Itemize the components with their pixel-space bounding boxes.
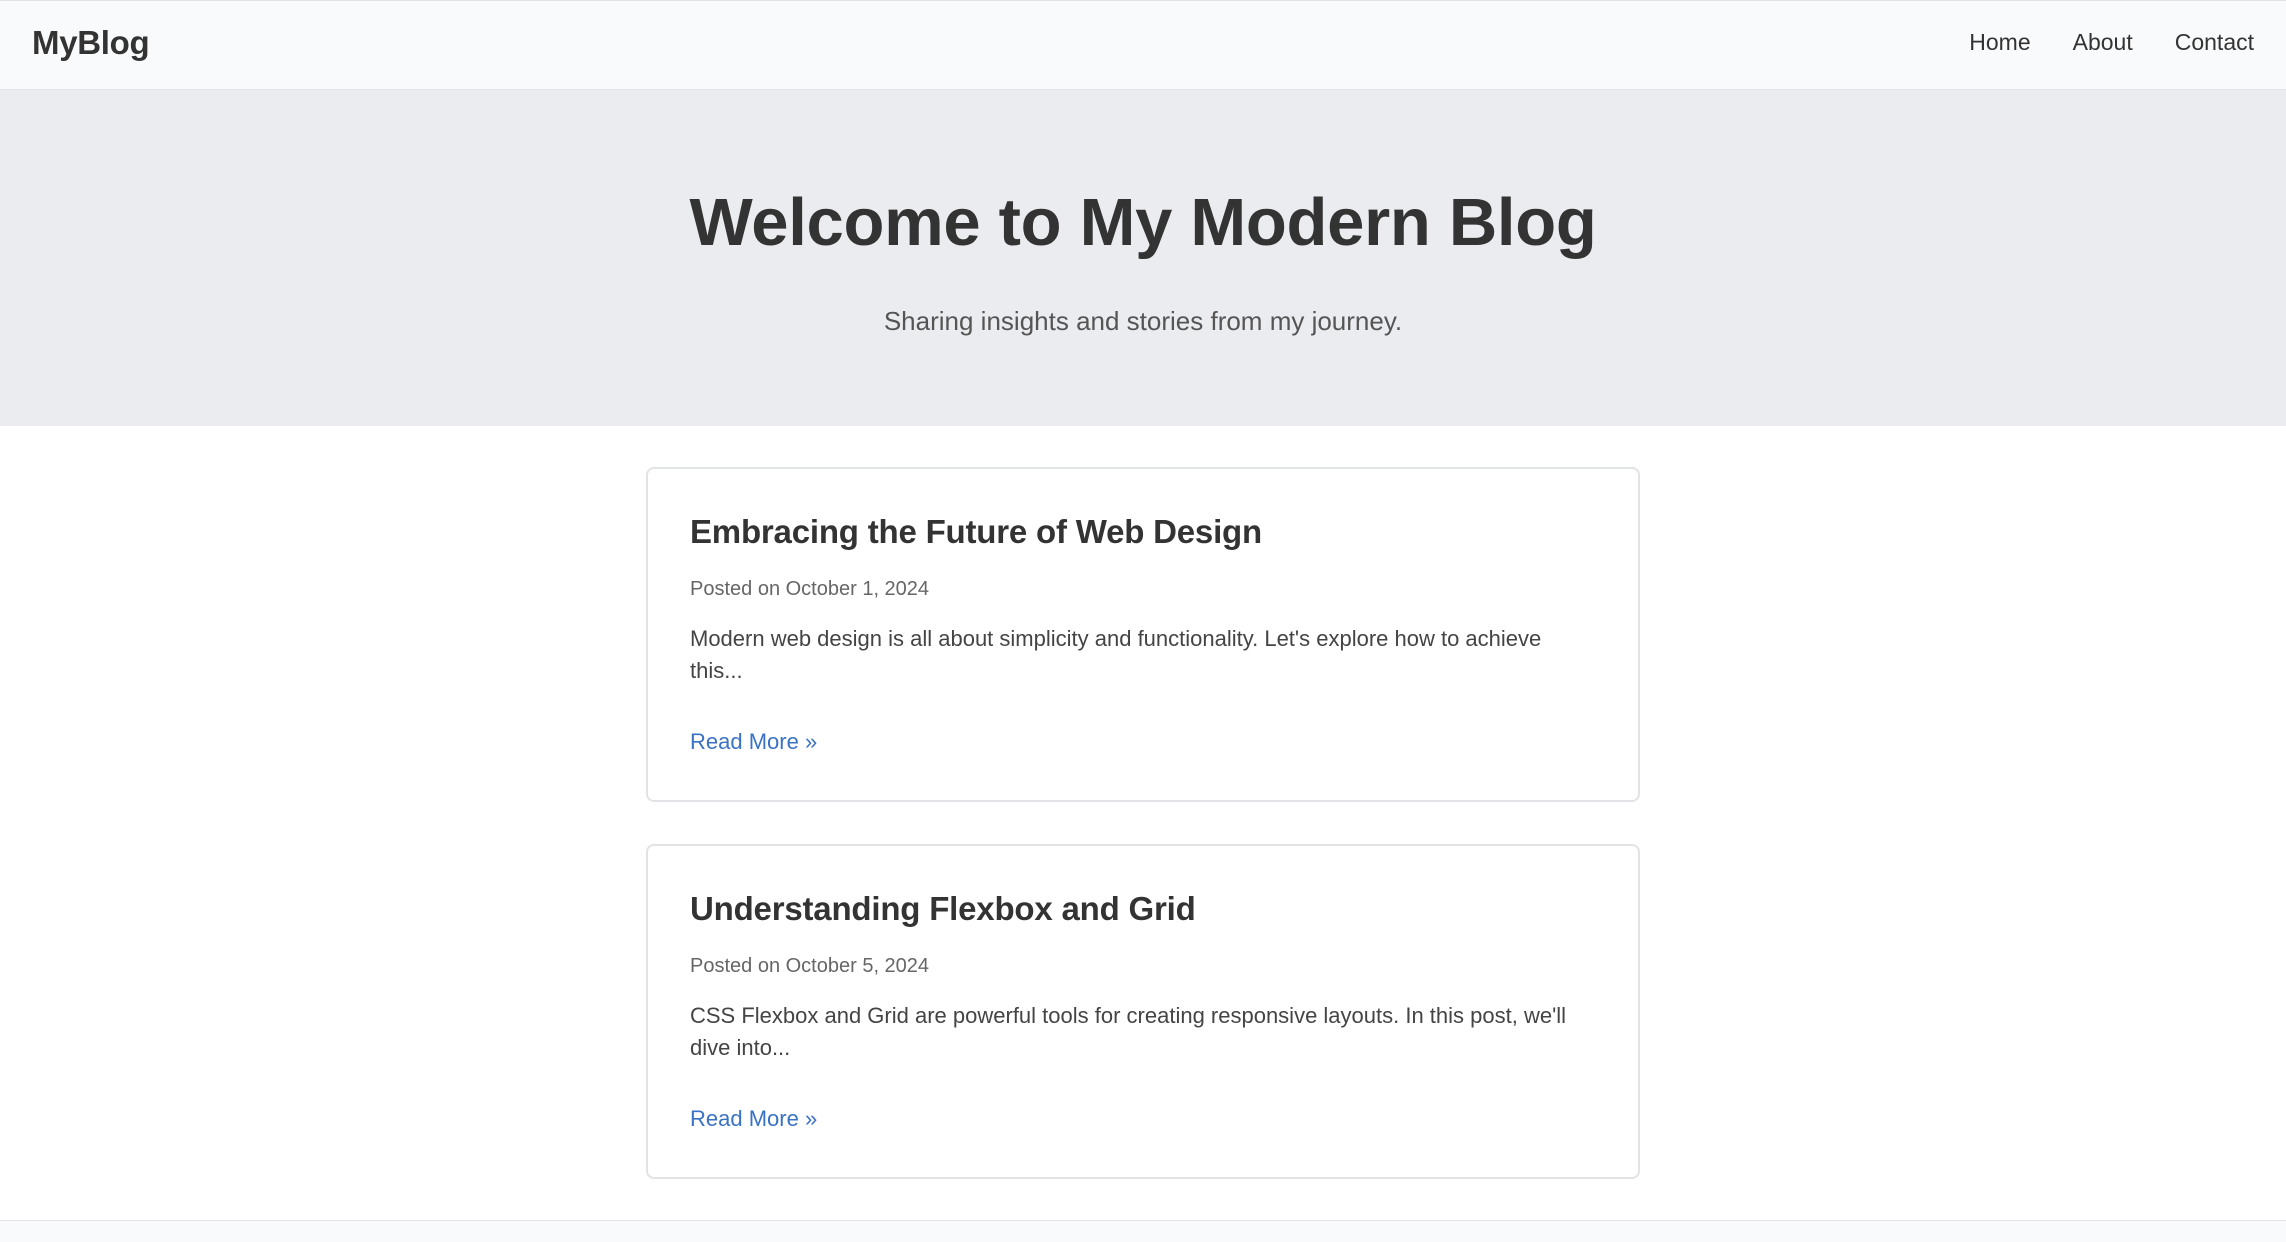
nav-contact-link[interactable]: Contact <box>2175 29 2254 56</box>
post-card: Embracing the Future of Web Design Poste… <box>646 467 1640 802</box>
site-header: MyBlog Home About Contact <box>0 0 2286 90</box>
main-nav: Home About Contact <box>1969 29 2254 56</box>
post-date: Posted on October 1, 2024 <box>690 578 930 600</box>
post-title[interactable]: Understanding Flexbox and Grid <box>690 890 1196 928</box>
post-title[interactable]: Embracing the Future of Web Design <box>690 513 1262 551</box>
read-more-link[interactable]: Read More » <box>690 1106 817 1132</box>
site-footer <box>0 1220 2286 1242</box>
nav-home-link[interactable]: Home <box>1969 29 2030 56</box>
hero-banner: Welcome to My Modern Blog Sharing insigh… <box>0 90 2286 426</box>
hero-subtitle: Sharing insights and stories from my jou… <box>883 306 1403 336</box>
read-more-link[interactable]: Read More » <box>690 729 817 755</box>
post-excerpt: Modern web design is all about simplicit… <box>690 626 1542 683</box>
post-excerpt: CSS Flexbox and Grid are powerful tools … <box>690 1003 1567 1060</box>
site-brand[interactable]: MyBlog <box>32 24 150 62</box>
post-date: Posted on October 5, 2024 <box>690 955 930 977</box>
post-card: Understanding Flexbox and Grid Posted on… <box>646 844 1640 1179</box>
nav-about-link[interactable]: About <box>2073 29 2133 56</box>
hero-title: Welcome to My Modern Blog <box>689 185 1597 260</box>
